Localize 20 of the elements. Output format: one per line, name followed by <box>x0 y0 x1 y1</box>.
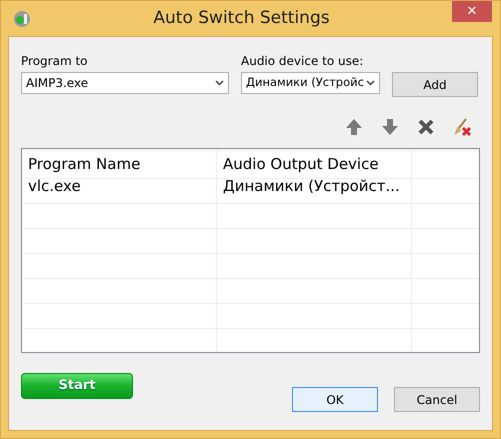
down-arrow-icon[interactable] <box>380 117 400 137</box>
chevron-icon <box>215 80 224 86</box>
add-button[interactable]: Add <box>392 72 478 97</box>
window-title: Auto Switch Settings <box>152 6 331 30</box>
table-cell-text: Динамики (Устройст... <box>222 176 401 198</box>
program-dropdown[interactable]: AIMP3.exe <box>21 72 229 94</box>
dialog-button[interactable]: Cancel <box>394 387 480 412</box>
field-label: Audio device to use: <box>241 53 364 70</box>
column-header: Audio Output Device <box>222 154 380 175</box>
field-label: Program to <box>21 53 88 70</box>
column-header: Program Name <box>27 154 142 175</box>
close-button[interactable]: ✕ <box>452 1 492 22</box>
chevron-icon <box>366 80 375 86</box>
dialog-button[interactable]: OK <box>292 387 378 412</box>
app-icon <box>13 10 31 28</box>
delete-icon[interactable] <box>416 117 436 137</box>
table-cell-text: vlc.exe <box>27 176 82 198</box>
broom-icon[interactable] <box>452 117 472 137</box>
device-dropdown[interactable]: Динамики (Устройс <box>241 72 380 94</box>
up-arrow-icon[interactable] <box>344 117 364 137</box>
